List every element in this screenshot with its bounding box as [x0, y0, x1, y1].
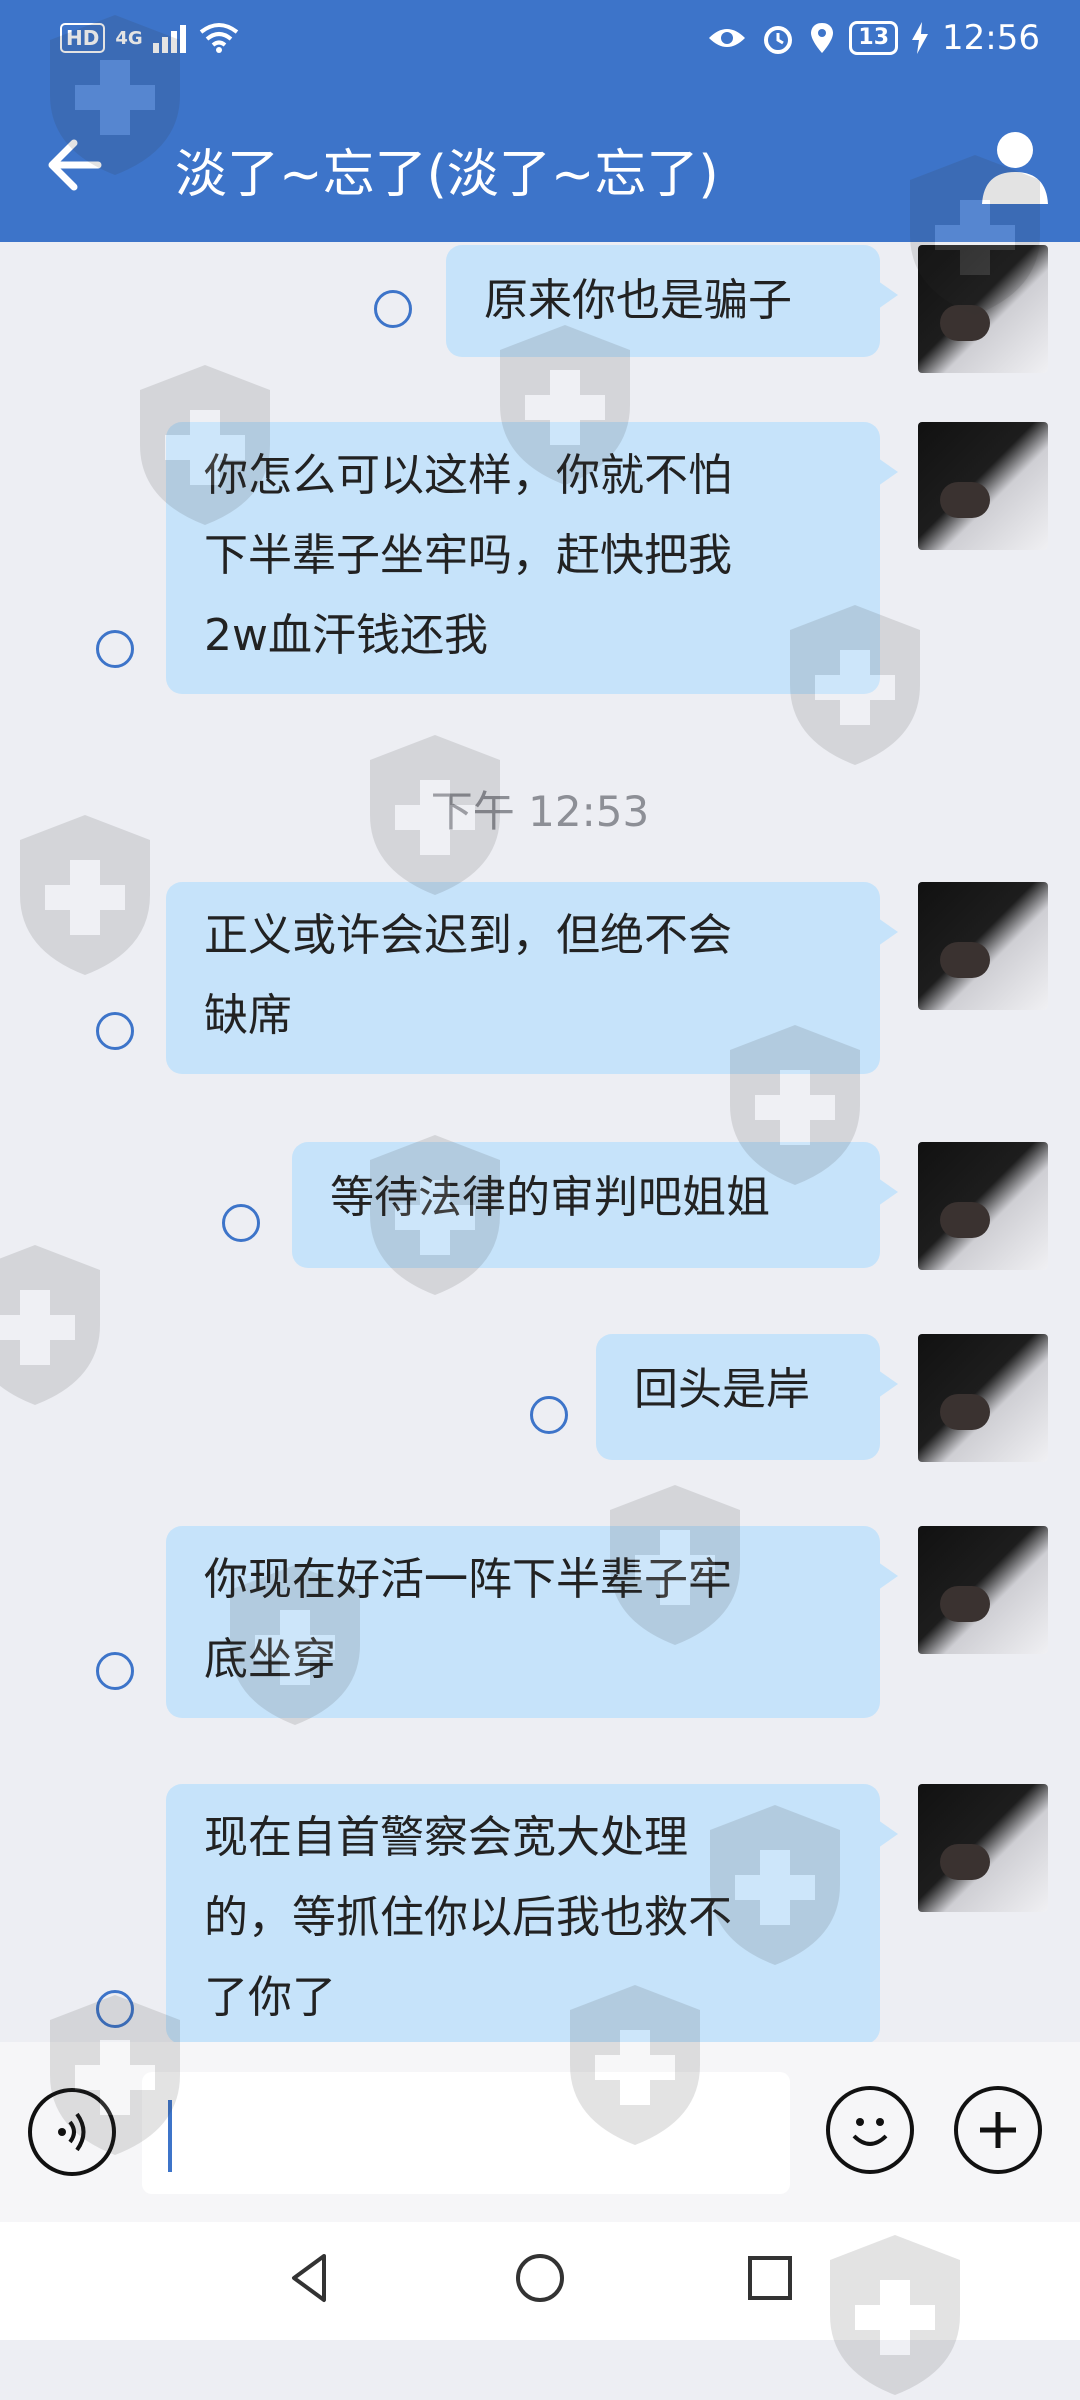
user-avatar[interactable]	[918, 245, 1048, 373]
user-avatar[interactable]	[918, 1334, 1048, 1462]
message-bubble[interactable]: 你现在好活一阵下半辈子牢 底坐穿	[166, 1526, 898, 1718]
more-options-button[interactable]	[954, 2086, 1042, 2174]
message-bubble[interactable]: 原来你也是骗子	[446, 245, 898, 357]
message-text-line: 你现在好活一阵下半辈子牢	[204, 1554, 732, 1605]
navigation-bar	[0, 2222, 1080, 2340]
voice-icon	[58, 2112, 86, 2152]
message-text-line: 了你了	[204, 1972, 336, 2023]
contact-profile-icon[interactable]	[980, 128, 1050, 204]
back-arrow-icon[interactable]	[40, 130, 110, 200]
message-bubble[interactable]: 回头是岸	[596, 1334, 898, 1460]
status-time: 12:56	[942, 18, 1040, 58]
alarm-icon	[764, 26, 793, 54]
signal-icon	[152, 25, 186, 53]
location-icon	[811, 23, 834, 53]
message-status-icon	[222, 1204, 260, 1242]
status-bar: HD 4G 13 12:56	[0, 0, 1080, 80]
message-text-line: 缺席	[204, 990, 292, 1041]
watermark-shield-icon	[0, 1245, 100, 1405]
message-text-line: 原来你也是骗子	[484, 275, 792, 326]
emoji-button[interactable]	[826, 2086, 914, 2174]
message-status-icon	[374, 290, 412, 328]
nav-recents-icon[interactable]	[740, 2248, 800, 2308]
message-text-line: 下半辈子坐牢吗，赶快把我	[204, 530, 732, 581]
message-text-line: 回头是岸	[634, 1364, 810, 1415]
user-avatar[interactable]	[918, 882, 1048, 1010]
message-bubble[interactable]: 正义或许会迟到，但绝不会 缺席	[166, 882, 898, 1074]
top-bar: HD 4G 13 12:56 淡了~忘了(淡了~忘了)	[0, 0, 1080, 242]
chat-header: 淡了~忘了(淡了~忘了)	[0, 110, 1080, 220]
message-text-line: 底坐穿	[204, 1634, 336, 1685]
plus-icon	[980, 2112, 1016, 2148]
message-text-line: 等待法律的审判吧姐姐	[330, 1172, 770, 1223]
text-cursor	[168, 2100, 172, 2172]
message-status-icon	[96, 1012, 134, 1050]
hd-indicator: HD	[60, 23, 106, 53]
voice-button[interactable]	[28, 2088, 116, 2176]
message-text-line: 的，等抓住你以后我也救不	[204, 1892, 732, 1943]
user-avatar[interactable]	[918, 1526, 1048, 1654]
charging-icon	[912, 22, 929, 54]
smiley-icon	[852, 2118, 888, 2146]
eye-icon	[709, 29, 746, 47]
message-text-line: 现在自首警察会宽大处理	[204, 1812, 688, 1863]
nav-back-icon[interactable]	[280, 2248, 340, 2308]
user-avatar[interactable]	[918, 1142, 1048, 1270]
message-text-line: 你怎么可以这样，你就不怕	[204, 450, 732, 501]
message-status-icon	[530, 1396, 568, 1434]
nav-home-icon[interactable]	[510, 2248, 570, 2308]
message-status-icon	[96, 1990, 134, 2028]
message-bubble[interactable]: 你怎么可以这样，你就不怕 下半辈子坐牢吗，赶快把我 2w血汗钱还我	[166, 422, 898, 694]
message-bubble[interactable]: 现在自首警察会宽大处理 的，等抓住你以后我也救不 了你了	[166, 1784, 898, 2044]
user-avatar[interactable]	[918, 1784, 1048, 1912]
message-status-icon	[96, 630, 134, 668]
message-text-line: 正义或许会迟到，但绝不会	[204, 910, 732, 961]
chat-title: 淡了~忘了(淡了~忘了)	[175, 145, 719, 205]
input-bar	[0, 2042, 1080, 2222]
message-status-icon	[96, 1652, 134, 1690]
wifi-icon	[199, 23, 238, 53]
network-type: 4G	[115, 27, 143, 49]
message-input[interactable]	[142, 2072, 790, 2194]
user-avatar[interactable]	[918, 422, 1048, 550]
message-text-line: 2w血汗钱还我	[204, 610, 488, 661]
battery-level: 13	[849, 21, 899, 55]
time-divider: 下午 12:53	[430, 787, 650, 836]
message-bubble[interactable]: 等待法律的审判吧姐姐	[292, 1142, 898, 1268]
